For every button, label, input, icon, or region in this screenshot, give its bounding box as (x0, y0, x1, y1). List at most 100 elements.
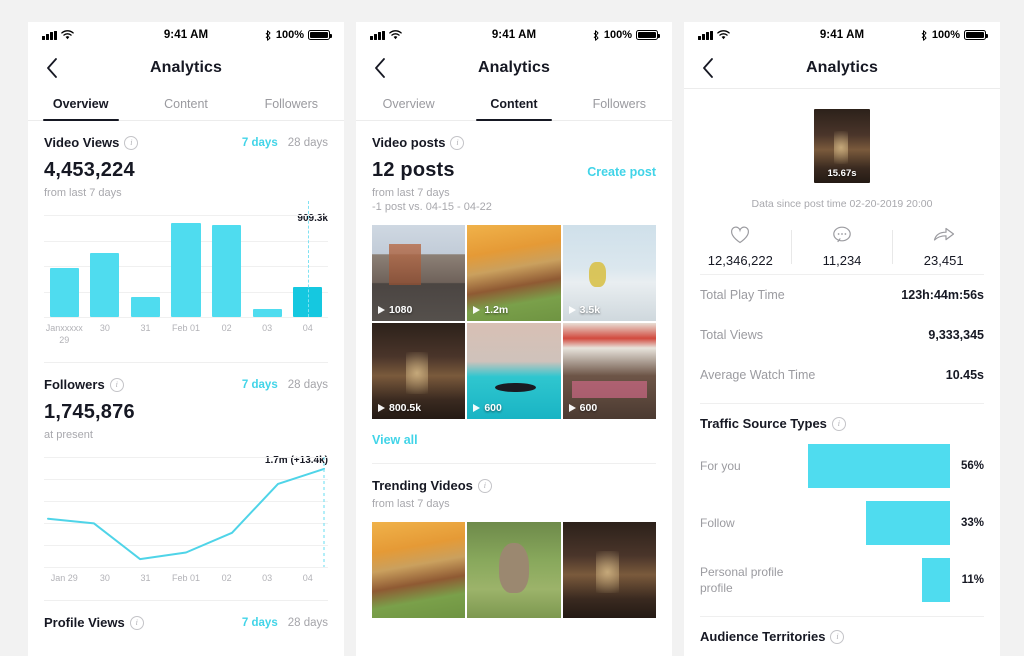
bar (90, 252, 120, 317)
comments-stat: 11,234 (792, 226, 893, 268)
range-7-days[interactable]: 7 days (242, 379, 278, 391)
bar-column (44, 215, 85, 317)
bar-chart-plot (44, 201, 328, 318)
video-views-note: from last 7 days (44, 187, 122, 199)
nav-bar: Analytics (356, 48, 672, 88)
tab-bar: Overview Content Followers (28, 88, 344, 121)
section-traffic-sources: Traffic Source Types i For you 56% Follow 3… (684, 404, 1000, 617)
play-count-label: 600 (484, 402, 502, 415)
tab-content[interactable]: Content (461, 88, 566, 120)
info-icon[interactable]: i (477, 478, 492, 493)
corridor-thumbnail[interactable] (562, 522, 656, 619)
bar (130, 296, 161, 317)
info-icon[interactable]: i (450, 135, 465, 150)
tab-followers[interactable]: Followers (567, 88, 672, 120)
play-count-label: 800.5k (389, 402, 422, 415)
x-axis-label: 03 (262, 573, 273, 584)
traffic-source-label: For you (700, 458, 741, 473)
traffic-source-row: For you 56% (700, 444, 984, 488)
traffic-sources-title: Traffic Source Types (700, 416, 827, 431)
page-title: Analytics (805, 59, 879, 76)
video-views-bar-chart: 909.3k Janxxxxx 29 30 31 Feb 01 02 03 04 (44, 201, 328, 346)
x-axis-label: Feb 01 (172, 573, 201, 584)
thumbnail-image (372, 522, 466, 619)
traffic-bar-track (808, 501, 950, 545)
range-28-days[interactable]: 28 days (288, 617, 328, 629)
stat-row: Total Play Time 123h:44m:56s (700, 275, 984, 315)
traffic-bar (922, 558, 950, 602)
battery-percent-label: 100% (275, 29, 304, 41)
info-icon[interactable]: i (129, 615, 144, 630)
play-icon (378, 404, 385, 413)
battery-icon (308, 30, 333, 40)
tab-bar: Overview Content Followers (356, 88, 672, 121)
tab-followers[interactable]: Followers (239, 88, 344, 120)
bar-chart-marker-line (307, 201, 309, 317)
deer-thumbnail[interactable] (467, 522, 561, 619)
street-scene-thumbnail[interactable]: 1080 (372, 225, 466, 322)
info-icon[interactable]: i (109, 377, 124, 392)
play-count-label: 3.5k (579, 304, 601, 317)
snow-picnic-thumbnail[interactable]: 3.5k (562, 225, 656, 322)
followers-header: Followers i 7 days 28 days (44, 363, 328, 392)
street-cafe-thumbnail[interactable]: 600 (562, 323, 656, 420)
range-7-days[interactable]: 7 days (242, 137, 278, 149)
range-7-days[interactable]: 7 days (242, 617, 278, 629)
shares-stat: 23,451 (893, 226, 994, 268)
stat-value: 9,333,345 (928, 328, 984, 342)
status-bar: 9:41 AM 100% (356, 22, 672, 48)
tab-content[interactable]: Content (133, 88, 238, 120)
trending-videos-header: Trending Videos i (372, 464, 656, 493)
bluetooth-icon (265, 29, 271, 41)
bar-chart-bars (44, 215, 328, 317)
followers-title: Followers (44, 377, 105, 393)
traffic-bar-track (808, 558, 950, 602)
phone-screen-post-detail: 9:41 AM 100% Analytics 15.67s Data since… (684, 22, 1000, 656)
profile-views-range-toggle: 7 days 28 days (242, 617, 328, 629)
play-icon (568, 306, 576, 315)
corridor-thumbnail[interactable]: 800.5k (372, 323, 466, 420)
video-posts-grid: 1080 1.2m 3.5k 800.5k 600 600 (372, 225, 656, 420)
traffic-source-row: Personal profile profile 11% (700, 558, 984, 602)
create-post-button[interactable]: Create post (587, 165, 656, 179)
video-views-title: Video Views (44, 135, 120, 150)
screenshot-root: 9:41 AM 100% Analytics Overview Content … (0, 0, 1024, 656)
stat-value: 10.45s (945, 368, 984, 382)
view-all-button[interactable]: View all (372, 433, 656, 447)
venice-gondola-thumbnail[interactable]: 600 (467, 323, 561, 420)
range-28-days[interactable]: 28 days (288, 379, 328, 391)
range-28-days[interactable]: 28 days (288, 137, 328, 149)
video-posts-title: Video posts (372, 135, 446, 150)
section-trending-videos: Trending Videos i from last 7 days (356, 464, 672, 619)
corridor-poster-thumbnail[interactable]: 15.67s (814, 109, 870, 183)
status-bar-right: 100% (592, 29, 661, 41)
info-icon[interactable]: i (830, 629, 845, 644)
trending-videos-title: Trending Videos (372, 478, 473, 494)
x-axis-label: Janxxxxx 29 (45, 323, 83, 346)
battery-icon (636, 30, 661, 40)
tab-overview[interactable]: Overview (28, 88, 133, 120)
status-bar: 9:41 AM 100% (28, 22, 344, 48)
bluetooth-icon (921, 29, 927, 41)
info-icon[interactable]: i (831, 416, 846, 431)
info-icon[interactable]: i (124, 135, 139, 150)
profile-views-header: Profile Views i 7 days 28 days (44, 601, 328, 630)
tab-overview[interactable]: Overview (356, 88, 461, 120)
traffic-source-row: Follow 33% (700, 501, 984, 545)
stat-label: Total Play Time (700, 288, 785, 302)
x-axis-label: 31 (140, 573, 151, 584)
section-video-views: Video Views i 7 days 28 days 4,453,224 f… (28, 121, 344, 364)
likes-value: 12,346,222 (707, 253, 773, 268)
bluetooth-icon (593, 29, 599, 41)
trending-videos-note: from last 7 days (372, 498, 450, 511)
video-posts-note-2: -1 post vs. 04-15 - 04-22 (372, 201, 492, 213)
engagement-stats: 12,346,222 11,234 23,451 (684, 226, 1000, 268)
video-posts-count: 12 posts (372, 159, 455, 181)
section-audience-territories: Audience Territories i Reached Audience … (684, 617, 1000, 656)
shares-value: 23,451 (923, 253, 964, 268)
play-icon (378, 306, 385, 315)
burger-thumbnail[interactable]: 1.2m (467, 225, 561, 322)
section-post-stats: Total Play Time 123h:44m:56s Total Views… (684, 274, 1000, 404)
bar-column (85, 215, 126, 317)
burger-thumbnail[interactable] (372, 522, 466, 619)
